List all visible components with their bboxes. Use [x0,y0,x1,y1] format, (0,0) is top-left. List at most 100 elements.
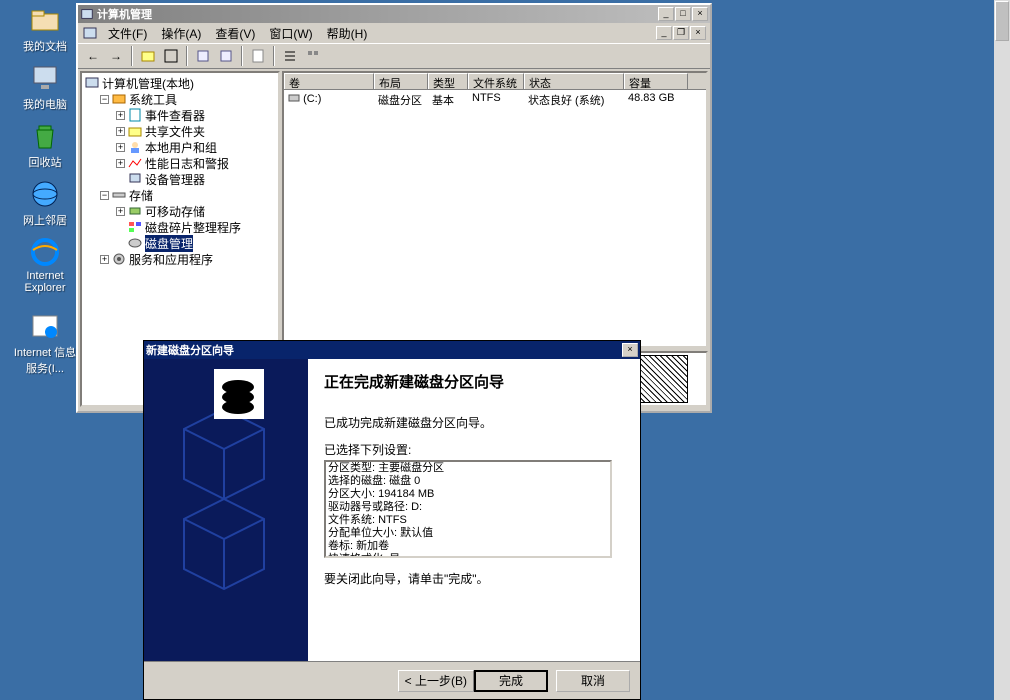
list-icon [283,49,297,63]
mmc-icon [82,25,98,41]
volume-list[interactable]: 卷 布局 类型 文件系统 状态 容量 (C:) 磁盘分区 基本 NTFS 状态良… [282,71,708,348]
expand-icon[interactable]: + [116,111,125,120]
iis-icon [29,310,61,342]
wizard-settings-list[interactable]: 分区类型: 主要磁盘分区 选择的磁盘: 磁盘 0 分区大小: 194184 MB… [324,460,612,558]
setting-row: 分区大小: 194184 MB [328,488,608,501]
new-partition-wizard: 新建磁盘分区向导 × 正在完成新建磁盘分区 [143,340,641,700]
device-icon [127,171,143,187]
col-type[interactable]: 类型 [428,73,468,89]
tree-perf-logs[interactable]: +性能日志和警报 [116,155,276,171]
finish-button[interactable]: 完成 [474,670,548,692]
tree-root[interactable]: 计算机管理(本地) [84,75,276,91]
cancel-button[interactable]: 取消 [556,670,630,692]
menu-window[interactable]: 窗口(W) [263,23,318,44]
mdi-restore-button[interactable]: ❐ [673,26,689,40]
tree-services[interactable]: +服务和应用程序 [100,251,276,267]
refresh-icon [219,49,233,63]
close-button[interactable]: × [692,7,708,21]
back-button[interactable]: < 上一步(B) [398,670,474,692]
setting-row: 选择的磁盘: 磁盘 0 [328,475,608,488]
folder-icon [29,4,61,36]
expand-icon[interactable]: + [100,255,109,264]
properties-button[interactable] [192,45,214,67]
desktop-icon-my-documents[interactable]: 我的文档 [10,4,80,54]
shared-folder-icon [127,123,143,139]
detail-view-button[interactable] [302,45,324,67]
tree-shared-folders[interactable]: +共享文件夹 [116,123,276,139]
desktop-icon-label: Internet 信息服务(I... [10,344,80,376]
tools-icon [111,91,127,107]
collapse-icon[interactable]: − [100,191,109,200]
expand-icon[interactable]: + [116,127,125,136]
up-button[interactable] [137,45,159,67]
page-scrollbar[interactable] [994,0,1010,700]
event-viewer-icon [127,107,143,123]
tree-event-viewer[interactable]: +事件查看器 [116,107,276,123]
setting-row: 文件系统: NTFS [328,514,608,527]
drive-icon [288,92,300,104]
menu-action[interactable]: 操作(A) [155,23,207,44]
forward-button[interactable]: → [105,45,127,67]
scrollbar-thumb[interactable] [995,1,1009,41]
toolbar: ← → [78,43,710,69]
col-status[interactable]: 状态 [524,73,624,89]
desktop-icon-iis[interactable]: Internet 信息服务(I... [10,310,80,376]
tree-icon [164,49,178,63]
mdi-minimize-button[interactable]: _ [656,26,672,40]
mdi-close-button[interactable]: × [690,26,706,40]
users-icon [127,139,143,155]
mmc-icon [80,7,94,21]
expand-icon[interactable]: + [116,159,125,168]
menu-file[interactable]: 文件(F) [102,23,153,44]
menu-help[interactable]: 帮助(H) [321,23,374,44]
wizard-title: 新建磁盘分区向导 [146,342,622,358]
menubar: 文件(F) 操作(A) 查看(V) 窗口(W) 帮助(H) _ ❐ × [78,23,710,43]
wizard-success-msg: 已成功完成新建磁盘分区向导。 [324,414,624,431]
col-capacity[interactable]: 容量 [624,73,688,89]
desktop-icon-ie[interactable]: Internet Explorer [10,236,80,294]
setting-row: 驱动器号或路径: D: [328,501,608,514]
minimize-button[interactable]: _ [658,7,674,21]
list-view-button[interactable] [279,45,301,67]
folder-up-icon [141,49,155,63]
col-layout[interactable]: 布局 [374,73,428,89]
defrag-icon [127,219,143,235]
computer-icon [29,62,61,94]
desktop-icon-my-computer[interactable]: 我的电脑 [10,62,80,112]
help-button[interactable] [247,45,269,67]
col-filesystem[interactable]: 文件系统 [468,73,524,89]
wizard-close-button[interactable]: × [622,343,638,357]
menu-view[interactable]: 查看(V) [209,23,261,44]
computer-icon [84,75,100,91]
desktop-icon-recycle-bin[interactable]: 回收站 [10,120,80,170]
show-hide-tree-button[interactable] [160,45,182,67]
disk-icon [127,235,143,251]
expand-icon[interactable]: + [116,207,125,216]
desktop-icon-label: 网上邻居 [10,212,80,228]
desktop-icon-network[interactable]: 网上邻居 [10,178,80,228]
tree-system-tools[interactable]: − 系统工具 [100,91,276,107]
collapse-icon[interactable]: − [100,95,109,104]
properties-icon [196,49,210,63]
wizard-titlebar[interactable]: 新建磁盘分区向导 × [144,341,640,359]
col-volume[interactable]: 卷 [284,73,374,89]
wizard-heading: 正在完成新建磁盘分区向导 [324,371,624,392]
titlebar[interactable]: 计算机管理 _ □ × [78,5,710,23]
desktop-icon-label: 我的文档 [10,38,80,54]
back-button[interactable]: ← [82,45,104,67]
refresh-button[interactable] [215,45,237,67]
expand-icon[interactable]: + [116,143,125,152]
tree-storage[interactable]: − 存储 [100,187,276,203]
help-icon [251,49,265,63]
volume-row[interactable]: (C:) 磁盘分区 基本 NTFS 状态良好 (系统) 48.83 GB [284,90,706,110]
perf-icon [127,155,143,171]
tree-device-mgr[interactable]: 设备管理器 [116,171,276,187]
desktop-icon-label: 我的电脑 [10,96,80,112]
tree-removable[interactable]: +可移动存储 [116,203,276,219]
setting-row: 分区类型: 主要磁盘分区 [328,462,608,475]
recycle-bin-icon [29,120,61,152]
tree-defrag[interactable]: 磁盘碎片整理程序 [116,219,276,235]
maximize-button[interactable]: □ [675,7,691,21]
tree-local-users[interactable]: +本地用户和组 [116,139,276,155]
tree-disk-mgmt[interactable]: 磁盘管理 [116,235,276,251]
